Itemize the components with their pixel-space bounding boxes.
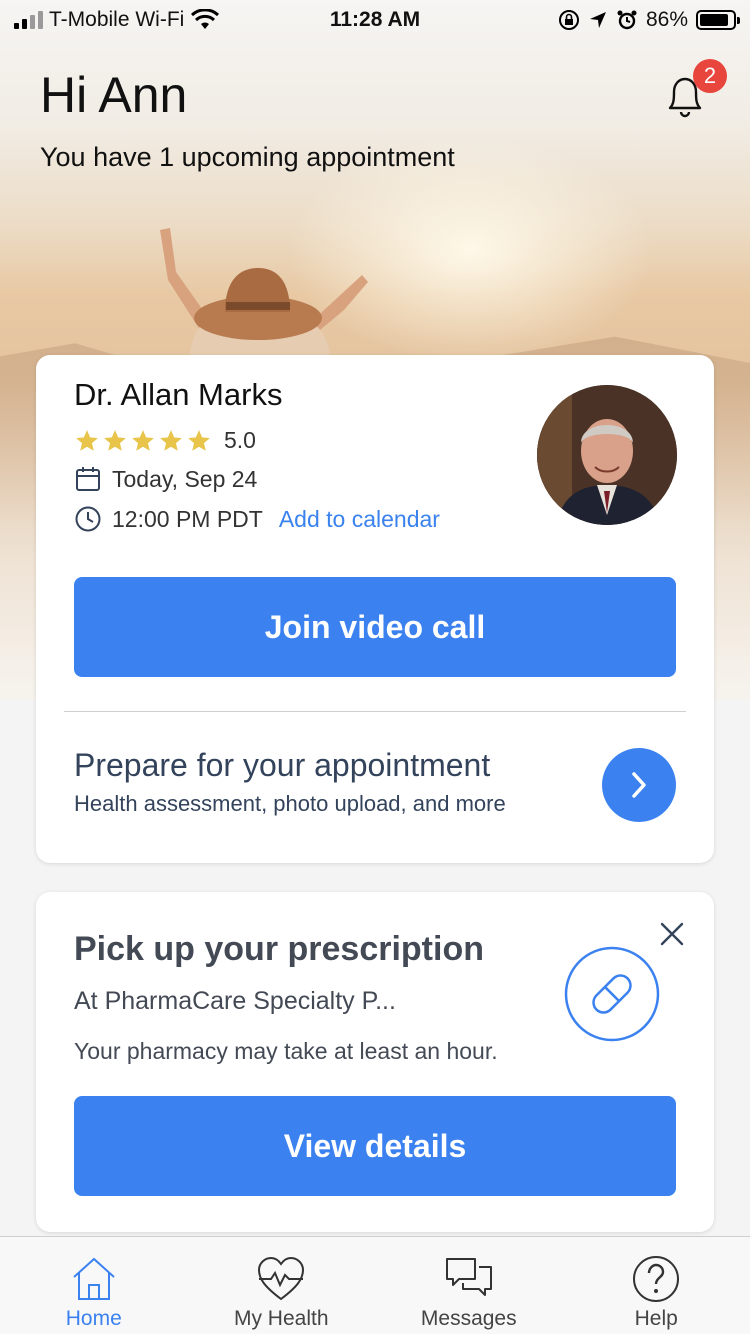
doctor-photo: [537, 385, 677, 525]
battery-icon: [696, 10, 740, 30]
tab-my-health[interactable]: My Health: [188, 1237, 376, 1334]
prepare-subtitle: Health assessment, photo upload, and mor…: [74, 791, 506, 816]
tab-my-health-label: My Health: [233, 1307, 329, 1330]
appointment-card: Dr. Allan Marks 5.0 Today, Sep 24 12:00 …: [36, 355, 714, 863]
rotation-lock-icon: [558, 10, 579, 30]
pharmacy-note: Your pharmacy may take at least an hour.: [74, 1038, 498, 1064]
doctor-avatar: [537, 385, 677, 525]
prescription-title: Pick up your prescription: [74, 930, 484, 968]
view-details-button[interactable]: View details: [74, 1096, 676, 1196]
rating-value: 5.0: [224, 427, 256, 453]
heart-pulse-icon: [258, 1256, 305, 1301]
close-icon[interactable]: [658, 920, 686, 948]
tab-home-label: Home: [65, 1307, 122, 1330]
home-icon: [73, 1257, 115, 1300]
join-video-call-button[interactable]: Join video call: [74, 577, 676, 677]
doctor-name: Dr. Allan Marks: [74, 377, 283, 412]
star-icon: [76, 429, 98, 451]
appointment-date-row: Today, Sep 24: [74, 465, 257, 493]
tab-home[interactable]: Home: [0, 1237, 188, 1334]
battery-percent: 86%: [645, 8, 688, 31]
tab-messages[interactable]: Messages: [375, 1237, 563, 1334]
prescription-card: Pick up your prescription At PharmaCare …: [36, 892, 714, 1232]
pill-icon: [564, 946, 660, 1042]
pharmacy-name: At PharmaCare Specialty P...: [74, 987, 396, 1015]
greeting-title: Hi Ann: [40, 67, 188, 123]
alarm-icon: [617, 10, 637, 30]
tab-messages-label: Messages: [420, 1307, 517, 1330]
tab-bar: Home My Health Messages Help: [0, 1236, 750, 1334]
appointment-summary: You have 1 upcoming appointment: [40, 142, 455, 172]
status-bar: T-Mobile Wi-Fi 11:28 AM 86%: [0, 0, 750, 40]
hero-image: [160, 228, 368, 360]
star-icon: [104, 429, 126, 451]
chevron-right-icon: [632, 772, 646, 798]
star-icon: [160, 429, 182, 451]
prepare-arrow-button[interactable]: [602, 748, 676, 822]
notification-badge[interactable]: 2: [693, 59, 727, 93]
status-right: 86%: [558, 8, 740, 32]
help-icon: [633, 1256, 680, 1302]
location-icon: [589, 12, 606, 28]
clock-icon: [75, 506, 101, 532]
star-icon: [132, 429, 154, 451]
appointment-date: Today, Sep 24: [112, 465, 258, 492]
star-icon: [188, 429, 210, 451]
appointment-time-row: 12:00 PM PDT Add to calendar: [74, 505, 440, 533]
tab-help[interactable]: Help: [563, 1237, 750, 1334]
appointment-time: 12:00 PM PDT: [112, 505, 263, 532]
calendar-icon: [76, 467, 100, 491]
card-divider: [64, 711, 686, 712]
rating-stars: 5.0: [74, 427, 256, 454]
add-to-calendar-link[interactable]: Add to calendar: [279, 506, 440, 533]
tab-help-label: Help: [634, 1307, 678, 1330]
chat-icon: [445, 1258, 492, 1296]
prepare-title[interactable]: Prepare for your appointment: [74, 747, 490, 784]
